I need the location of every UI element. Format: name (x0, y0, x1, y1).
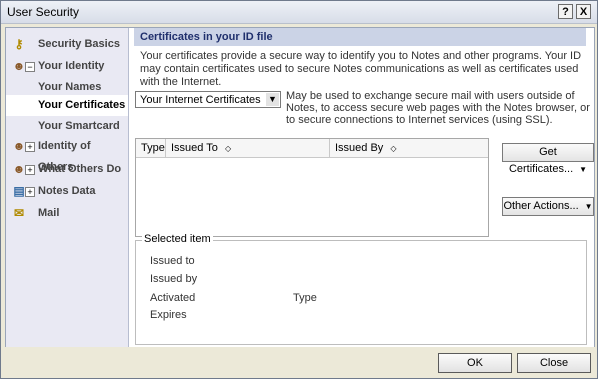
sidebar-item-label: Your Smartcard (38, 120, 120, 132)
certificate-type-description: May be used to exchange secure mail with… (286, 90, 590, 126)
column-header-issued-by[interactable]: Issued By ◇ (330, 139, 488, 157)
chevron-down-icon: ▼ (579, 165, 588, 174)
sidebar-item-mail[interactable]: ✉ Mail (6, 203, 128, 224)
expires-label: Expires (150, 309, 187, 321)
sidebar-item-what-others-do[interactable]: ☻ + What Others Do (6, 159, 128, 180)
window-title: User Security (7, 5, 80, 19)
chevron-down-icon: ▼ (584, 202, 593, 211)
sidebar-item-label: What Others Do (38, 163, 122, 175)
title-bar: User Security ? X (1, 1, 597, 24)
type-label: Type (293, 292, 317, 304)
key-icon: ⚷ (14, 37, 24, 51)
expand-icon[interactable]: + (25, 165, 35, 175)
sidebar-item-label: Security Basics (38, 38, 120, 50)
close-window-button[interactable]: X (576, 4, 591, 19)
column-header-type[interactable]: Type (136, 139, 166, 157)
mail-icon: ✉ (13, 206, 25, 220)
sidebar-item-your-smartcard[interactable]: Your Smartcard (6, 116, 128, 137)
get-certificates-button[interactable]: Get Certificates... ▼ (502, 143, 594, 175)
expand-icon[interactable]: + (25, 142, 35, 152)
button-label: Other Actions... (503, 200, 579, 212)
sidebar-item-label: Mail (38, 207, 60, 219)
issued-by-label: Issued by (150, 273, 198, 285)
column-label: Issued By (335, 142, 384, 154)
sidebar-item-your-certificates[interactable]: Your Certificates (6, 95, 128, 116)
activated-label: Activated (150, 292, 196, 304)
help-button[interactable]: ? (558, 4, 573, 19)
sort-icon: ◇ (390, 144, 397, 153)
table-header: Type Issued To ◇ Issued By ◇ (136, 139, 488, 158)
section-description: Your certificates provide a secure way t… (140, 50, 582, 88)
certificates-table[interactable]: Type Issued To ◇ Issued By ◇ (135, 138, 489, 237)
sidebar-item-label: Your Certificates (38, 99, 126, 111)
sidebar-item-security-basics[interactable]: ⚷ Security Basics (6, 34, 128, 55)
expand-icon[interactable]: + (25, 187, 35, 197)
dialog-body: ⚷ Security Basics ☻ − Your Identity Your… (5, 27, 595, 348)
ok-button[interactable]: OK (438, 353, 512, 373)
column-header-issued-to[interactable]: Issued To ◇ (166, 139, 330, 157)
issued-to-label: Issued to (150, 255, 195, 267)
sidebar-item-label: Your Identity (38, 60, 105, 72)
sidebar-item-identity-of-others[interactable]: ☻ + Identity of Others (6, 136, 128, 173)
dialog-button-bar: OK Close (1, 347, 597, 378)
sidebar-item-notes-data[interactable]: ▤ + Notes Data (6, 181, 128, 202)
user-security-window: User Security ? X ⚷ Security Basics ☻ − … (0, 0, 598, 379)
chevron-down-icon[interactable]: ▼ (266, 93, 279, 106)
sidebar-item-label: Notes Data (38, 185, 96, 197)
selected-item-group: Selected item Issued to Issued by Activa… (135, 233, 587, 345)
button-label: Get Certificates... (508, 146, 574, 175)
other-actions-button[interactable]: Other Actions... ▼ (502, 197, 594, 216)
group-legend: Selected item (142, 233, 213, 245)
sidebar: ⚷ Security Basics ☻ − Your Identity Your… (6, 28, 129, 347)
certificate-type-value: Your Internet Certificates (140, 94, 261, 106)
main-content: Certificates in your ID file Your certif… (130, 28, 594, 347)
section-header: Certificates in your ID file (134, 28, 586, 46)
certificate-type-select[interactable]: Your Internet Certificates ▼ (135, 91, 281, 108)
sidebar-item-your-identity[interactable]: ☻ − Your Identity (6, 56, 128, 77)
column-label: Issued To (171, 142, 218, 154)
sort-icon: ◇ (224, 144, 232, 153)
collapse-icon[interactable]: − (25, 62, 35, 72)
close-button[interactable]: Close (517, 353, 591, 373)
